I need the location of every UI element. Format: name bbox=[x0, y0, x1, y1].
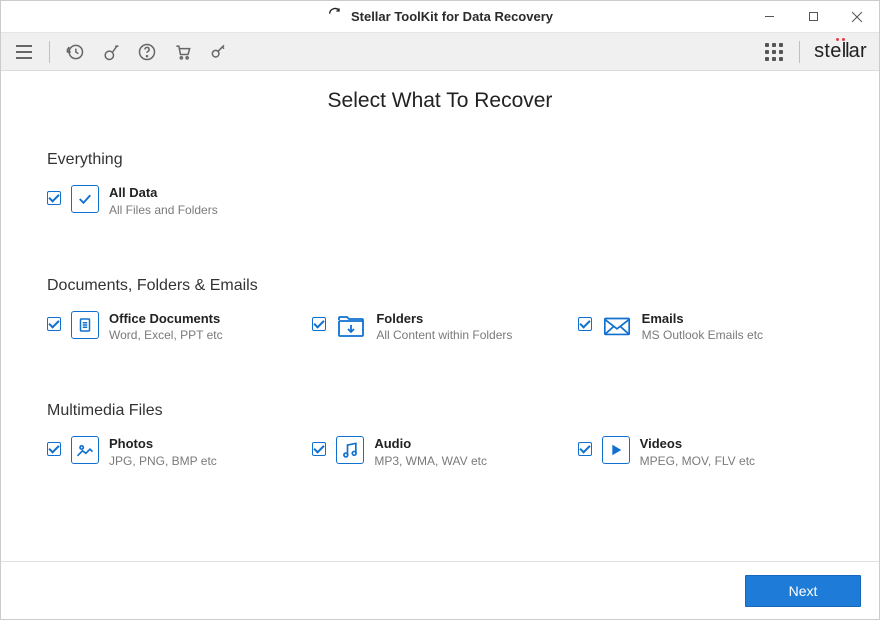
checkbox-videos[interactable] bbox=[578, 442, 592, 456]
image-icon bbox=[71, 436, 99, 464]
option-title: Audio bbox=[374, 436, 487, 452]
toolbar: stellar bbox=[1, 33, 879, 71]
footer: Next bbox=[1, 561, 879, 619]
cart-icon[interactable] bbox=[172, 41, 194, 63]
envelope-icon bbox=[602, 311, 632, 341]
brand-logo: stellar bbox=[814, 40, 867, 63]
separator bbox=[49, 41, 50, 63]
option-folders[interactable]: Folders All Content within Folders bbox=[312, 311, 567, 343]
close-button[interactable] bbox=[835, 1, 879, 32]
option-title: Photos bbox=[109, 436, 217, 452]
folder-download-icon bbox=[336, 311, 366, 341]
section-everything: Everything All Data All Files and Folder… bbox=[47, 151, 833, 217]
next-button[interactable]: Next bbox=[745, 575, 861, 607]
option-subtitle: JPG, PNG, BMP etc bbox=[109, 454, 217, 468]
apps-grid-icon[interactable] bbox=[763, 41, 785, 63]
option-title: Office Documents bbox=[109, 311, 223, 327]
checkbox-folders[interactable] bbox=[312, 317, 326, 331]
option-title: Videos bbox=[640, 436, 755, 452]
app-icon bbox=[327, 7, 343, 26]
section-heading: Documents, Folders & Emails bbox=[47, 277, 833, 295]
option-title: All Data bbox=[109, 185, 218, 201]
option-title: Folders bbox=[376, 311, 512, 327]
option-subtitle: MPEG, MOV, FLV etc bbox=[640, 454, 755, 468]
help-icon[interactable] bbox=[136, 41, 158, 63]
history-icon[interactable] bbox=[64, 41, 86, 63]
separator bbox=[799, 41, 800, 63]
checkbox-office[interactable] bbox=[47, 317, 61, 331]
option-title: Emails bbox=[642, 311, 763, 327]
option-subtitle: All Files and Folders bbox=[109, 203, 218, 217]
option-audio[interactable]: Audio MP3, WMA, WAV etc bbox=[312, 436, 567, 468]
menu-icon[interactable] bbox=[13, 41, 35, 63]
section-documents: Documents, Folders & Emails Office Docum… bbox=[47, 277, 833, 343]
section-multimedia: Multimedia Files Photos JPG, PNG, BMP et… bbox=[47, 402, 833, 468]
option-all-data[interactable]: All Data All Files and Folders bbox=[47, 185, 307, 217]
option-subtitle: Word, Excel, PPT etc bbox=[109, 328, 223, 342]
option-emails[interactable]: Emails MS Outlook Emails etc bbox=[578, 311, 833, 343]
document-icon bbox=[71, 311, 99, 339]
option-videos[interactable]: Videos MPEG, MOV, FLV etc bbox=[578, 436, 833, 468]
option-photos[interactable]: Photos JPG, PNG, BMP etc bbox=[47, 436, 302, 468]
checkbox-emails[interactable] bbox=[578, 317, 592, 331]
key-icon[interactable] bbox=[208, 41, 230, 63]
window-title: Stellar ToolKit for Data Recovery bbox=[351, 9, 553, 24]
maximize-button[interactable] bbox=[791, 1, 835, 32]
option-subtitle: All Content within Folders bbox=[376, 328, 512, 342]
option-subtitle: MS Outlook Emails etc bbox=[642, 328, 763, 342]
option-office-documents[interactable]: Office Documents Word, Excel, PPT etc bbox=[47, 311, 302, 343]
page-title: Select What To Recover bbox=[47, 89, 833, 113]
section-heading: Everything bbox=[47, 151, 833, 169]
titlebar: Stellar ToolKit for Data Recovery bbox=[1, 1, 879, 33]
checkbox-audio[interactable] bbox=[312, 442, 326, 456]
play-icon bbox=[602, 436, 630, 464]
checkbox-all-data[interactable] bbox=[47, 191, 61, 205]
main-content: Select What To Recover Everything All Da… bbox=[1, 71, 879, 561]
minimize-button[interactable] bbox=[747, 1, 791, 32]
option-subtitle: MP3, WMA, WAV etc bbox=[374, 454, 487, 468]
music-note-icon bbox=[336, 436, 364, 464]
lab-icon[interactable] bbox=[100, 41, 122, 63]
section-heading: Multimedia Files bbox=[47, 402, 833, 420]
checkbox-photos[interactable] bbox=[47, 442, 61, 456]
check-icon bbox=[71, 185, 99, 213]
window-controls bbox=[747, 1, 879, 32]
